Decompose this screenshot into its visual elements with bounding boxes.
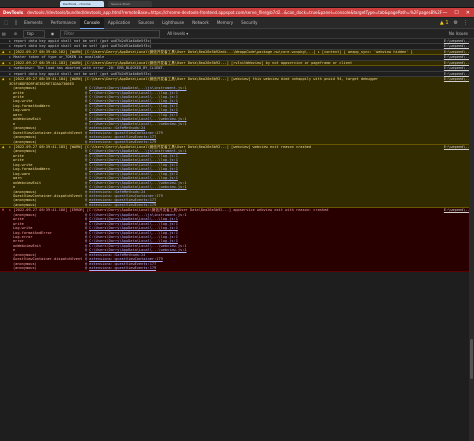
devtools-tab-bar: ⬚ ▯ Elements Performance Console Applica… xyxy=(0,17,474,29)
tab-security[interactable]: Security xyxy=(237,18,261,28)
context-select[interactable]: top xyxy=(23,29,45,38)
browser-tab-secure-shell[interactable]: Secure Shell xyxy=(108,1,152,7)
browser-tab-strip: DevTools - chrome Secure Shell xyxy=(0,0,474,8)
minimize-button[interactable]: — xyxy=(442,10,447,16)
stack-frame: (anonymous) @ extensions::guestViewEvents:… xyxy=(9,266,440,270)
message-text: ▸ report data key appid shall not be set… xyxy=(9,71,152,76)
console-messages: ▸ report data key appid shall not be set… xyxy=(0,39,474,441)
window-controls: — ☐ ✕ xyxy=(442,10,474,16)
maximize-button[interactable]: ☐ xyxy=(454,10,458,16)
message-source-link[interactable]: E:\wepeed\... xyxy=(444,39,472,43)
stack-frame-function: (anonymous) xyxy=(13,202,37,207)
message-text: ▸ report data key appid shall not be set… xyxy=(9,39,152,43)
app-name: DevTools xyxy=(3,10,24,15)
devtools-right-controls: ▲ 1 ⚙ ⋮ xyxy=(440,20,474,26)
warning-icon: ▲ xyxy=(2,59,5,65)
console-warning-message[interactable]: ▲ ▸ [2022-09-27 08:39:41.184] [WARN] [C:\… xyxy=(0,76,474,145)
console-toolbar: ▤ ⊘ top ◉ Filter All levels ▾ No Issues xyxy=(0,29,474,39)
devtools-url: devtools://devtools/bundled/devtools_app… xyxy=(27,10,443,15)
message-source-link[interactable]: E:\wepeed\... xyxy=(444,44,472,48)
message-source-link[interactable]: E:\wepeed\... xyxy=(444,208,472,212)
console-scrollbar[interactable] xyxy=(469,39,474,441)
message-source-link[interactable]: E:\wepeed\... xyxy=(444,55,472,59)
tab-console[interactable]: Console xyxy=(80,17,104,29)
tab-network[interactable]: Network xyxy=(188,18,213,28)
stack-frame: (anonymous) @ extensions::guestViewEvents:… xyxy=(9,140,440,144)
message-source-link[interactable]: E:\wepeed\... xyxy=(444,145,472,149)
tab-elements[interactable]: Elements xyxy=(20,18,47,28)
browser-tab-devtools[interactable]: DevTools - chrome xyxy=(60,1,104,7)
message-source-link[interactable]: E:\wepeed\... xyxy=(444,61,472,65)
clear-console-icon[interactable]: ⊘ xyxy=(12,31,19,36)
error-icon: ✖ xyxy=(2,207,5,213)
stack-frame-location-link[interactable]: extensions::guestViewEvents:179 xyxy=(89,140,156,144)
issues-counter[interactable]: No Issues xyxy=(447,31,474,36)
message-text: ▸ Master token of type ur_TOKEN is avail… xyxy=(9,55,105,60)
sidebar-toggle-icon[interactable]: ▤ xyxy=(0,31,8,36)
more-options-icon[interactable]: ⋮ xyxy=(463,20,468,26)
warnings-count-badge[interactable]: ▲ 1 xyxy=(440,20,449,26)
warning-icon: ▲ xyxy=(2,48,5,54)
filter-input[interactable]: Filter xyxy=(60,29,161,38)
settings-gear-icon[interactable]: ⚙ xyxy=(454,20,458,26)
tab-performance[interactable]: Performance xyxy=(47,18,80,28)
message-text: ▸ [2022-09-27 08:39:40.182] [WARN] [C:\U… xyxy=(9,49,413,54)
message-text: ▸ [2022-09-27 08:39:41.183] [WARN] [C:\U… xyxy=(9,60,353,65)
message-source-link[interactable]: E:\wepeed\... xyxy=(444,50,472,54)
stack-frame-function: (anonymous) xyxy=(13,266,37,271)
log-levels-select[interactable]: All levels ▾ xyxy=(164,31,191,36)
stack-frame: (anonymous) @ extensions::guestViewEvents:… xyxy=(9,203,440,207)
tab-lighthouse[interactable]: Lighthouse xyxy=(158,18,188,28)
warning-icon: ▲ xyxy=(2,143,5,149)
stack-frame-location-link[interactable]: extensions::guestViewEvents:179 xyxy=(89,266,156,270)
message-text: ▸ report data key appid shall not be set… xyxy=(9,44,152,49)
message-source-link[interactable]: E:\wepeed\... xyxy=(444,72,472,76)
inspect-element-icon[interactable]: ⬚ xyxy=(2,19,10,27)
console-error-message[interactable]: ✖ ▸ [2022-09-27 08:39:41.186] [ERROR] [C:… xyxy=(0,207,474,272)
warning-icon: ▲ xyxy=(2,76,5,82)
close-button[interactable]: ✕ xyxy=(466,10,470,16)
devtools-title-bar: DevTools devtools://devtools/bundled/dev… xyxy=(0,8,474,17)
message-source-link[interactable]: E:\wepeed\... xyxy=(444,77,472,81)
scrollbar-thumb[interactable] xyxy=(470,339,473,379)
live-expression-eye-icon[interactable]: ◉ xyxy=(49,31,57,36)
message-source-link[interactable]: E:\wepeed\... xyxy=(444,66,472,70)
tab-application[interactable]: Application xyxy=(104,18,134,28)
tab-memory[interactable]: Memory xyxy=(213,18,237,28)
message-text: ▸ [2022-09-27 08:39:41.184] [WARN] [C:\U… xyxy=(9,77,379,82)
stack-frame-function: (anonymous) xyxy=(13,139,37,144)
device-toolbar-icon[interactable]: ▯ xyxy=(12,19,20,27)
console-warning-message[interactable]: ▲ ▸ [2022-09-27 08:39:41.185] [WARN] [C:\… xyxy=(0,143,474,209)
message-text: ▸ <webview>: The load has aborted with e… xyxy=(9,66,165,71)
stack-frame-location-link[interactable]: extensions::guestViewEvents:179 xyxy=(89,203,156,207)
tab-sources[interactable]: Sources xyxy=(134,18,158,28)
